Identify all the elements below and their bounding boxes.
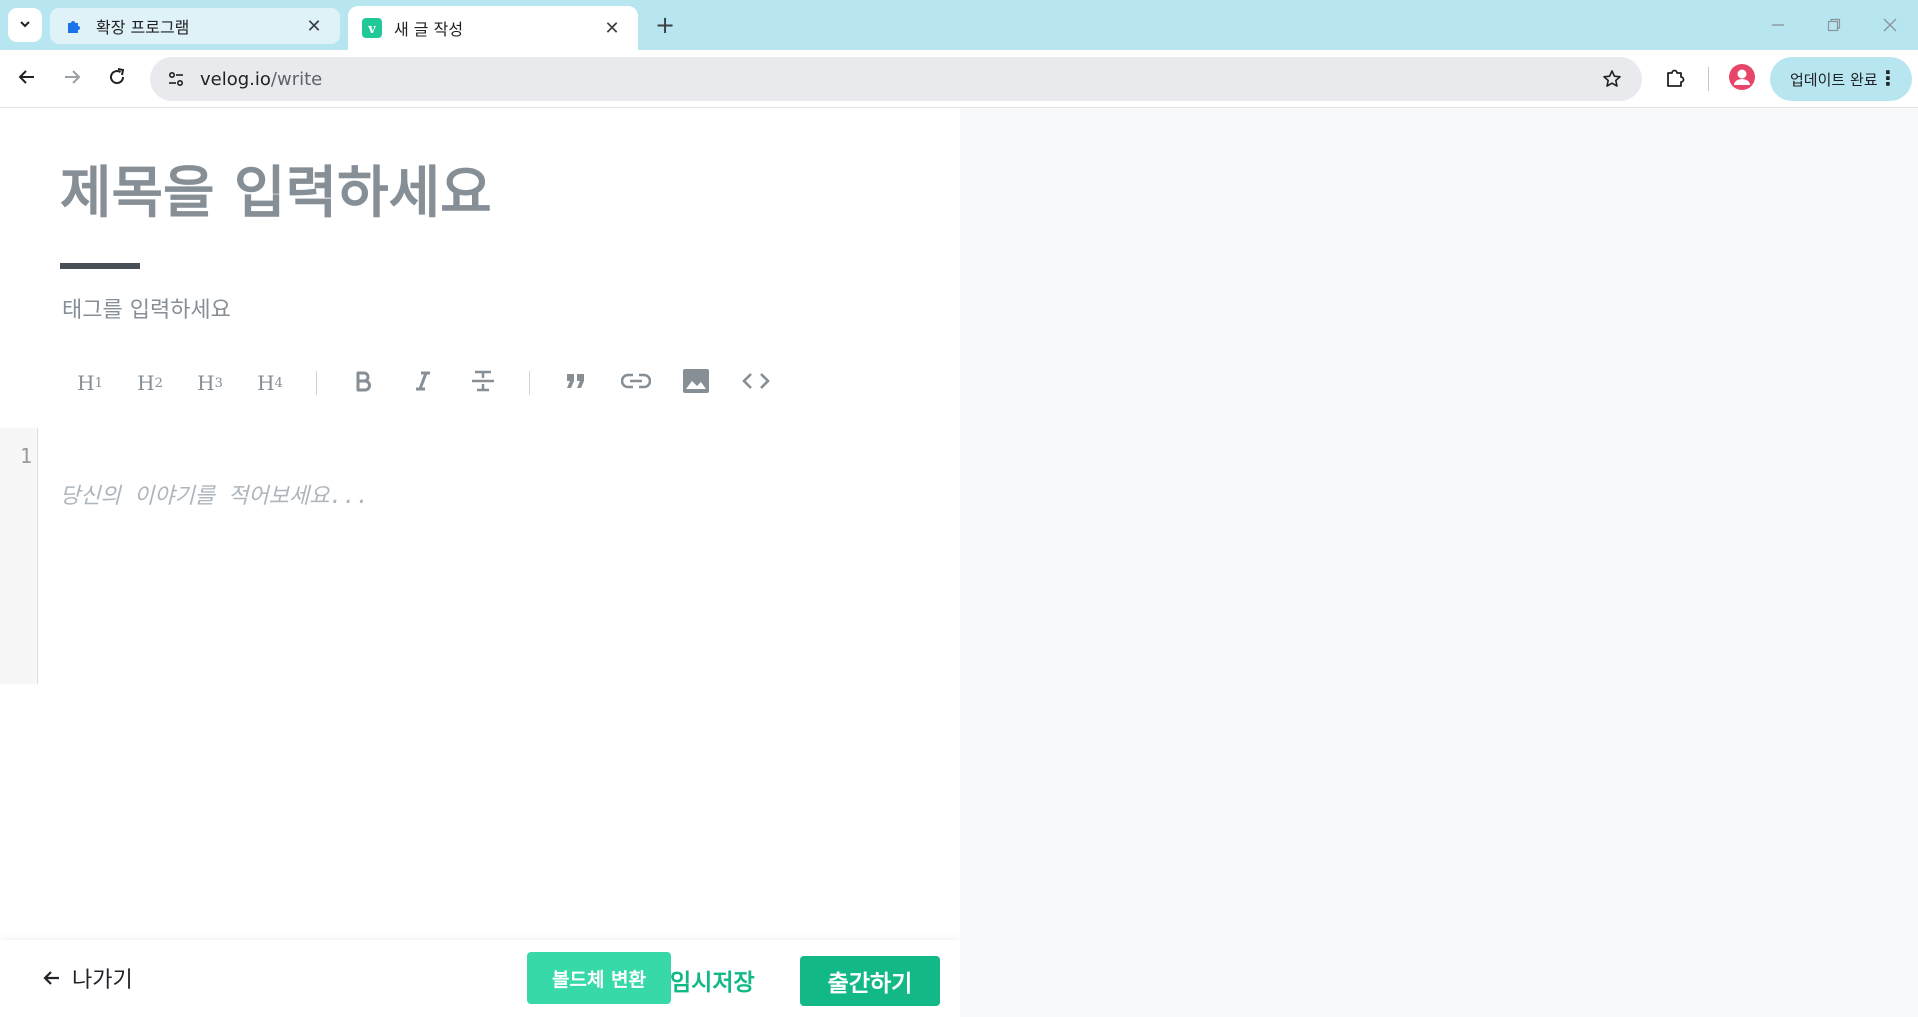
back-button[interactable] (8, 60, 46, 98)
svg-text:v: v (367, 22, 376, 37)
arrow-left-icon (17, 67, 37, 91)
profile-avatar[interactable] (1725, 62, 1759, 96)
line-number-gutter: 1 (0, 428, 38, 684)
heading1-button[interactable]: H1 (60, 353, 120, 413)
code-button[interactable] (726, 353, 786, 413)
strikethrough-button[interactable] (453, 353, 513, 413)
toolbar-separator (316, 371, 317, 395)
code-icon (741, 371, 771, 396)
quote-icon (565, 371, 587, 396)
site-settings-icon[interactable] (154, 57, 198, 101)
tab-extensions[interactable]: 확장 프로그램 ✕ (50, 8, 340, 44)
preview-pane (960, 108, 1918, 1017)
title-underline (60, 263, 140, 269)
bold-button[interactable] (333, 353, 393, 413)
markdown-toolbar: H1 H2 H3 H4 (60, 353, 786, 413)
quote-button[interactable] (546, 353, 606, 413)
temp-save-button[interactable]: 임시저장 (670, 958, 755, 1002)
avatar-icon (1728, 63, 1756, 95)
exit-button[interactable]: 나가기 (32, 958, 143, 998)
more-vert-icon: ⋮ (1878, 66, 1898, 90)
heading4-button[interactable]: H4 (240, 353, 300, 413)
close-icon[interactable]: ✕ (600, 16, 624, 40)
update-label: 업데이트 완료 (1790, 70, 1878, 89)
exit-label: 나가기 (72, 968, 133, 993)
arrow-left-icon (42, 968, 62, 988)
tab-search-button[interactable] (8, 8, 42, 42)
chevron-down-icon (18, 16, 32, 35)
extensions-button[interactable] (1656, 60, 1694, 98)
h2-sub: 2 (154, 375, 163, 391)
puzzle-icon (64, 16, 84, 36)
editor-footer: 나가기 볼드체 변환 임시저장 출간하기 (0, 940, 960, 1017)
toolbar-divider (1708, 67, 1709, 91)
tab-title: 새 글 작성 (394, 20, 464, 39)
forward-button[interactable] (53, 60, 91, 98)
velog-logo-icon: v (362, 18, 382, 38)
bookmark-star-icon[interactable] (1590, 57, 1634, 101)
restore-icon[interactable] (1806, 0, 1862, 50)
tab-new-post[interactable]: v 새 글 작성 ✕ (348, 6, 638, 50)
h1-sub: 1 (94, 375, 103, 391)
h3-sub: 3 (214, 375, 223, 391)
h2-label: H (137, 371, 155, 395)
body-placeholder: 당신의 이야기를 적어보세요... (60, 484, 370, 509)
window-close-icon[interactable] (1862, 0, 1918, 50)
arrow-right-icon (62, 67, 82, 91)
update-button[interactable]: 업데이트 완료 ⋮ (1770, 57, 1912, 101)
heading2-button[interactable]: H2 (120, 353, 180, 413)
line-number: 1 (19, 444, 32, 468)
address-bar[interactable]: velog.io/write (150, 57, 1642, 101)
browser-toolbar: velog.io/write 업데이트 완료 ⋮ (0, 50, 1918, 108)
bold-icon (352, 370, 374, 397)
reload-button[interactable] (98, 60, 136, 98)
title-input[interactable] (60, 153, 920, 233)
image-button[interactable] (666, 353, 726, 413)
h4-sub: 4 (274, 375, 283, 391)
bold-convert-button[interactable]: 볼드체 변환 (527, 952, 671, 1004)
url-host: velog.io (200, 68, 271, 90)
link-icon (620, 371, 652, 395)
strikethrough-icon (470, 369, 496, 398)
minimize-icon[interactable] (1750, 0, 1806, 50)
new-tab-button[interactable]: + (650, 10, 680, 40)
tag-input[interactable] (62, 290, 462, 330)
url-path: /write (270, 68, 323, 90)
close-icon[interactable]: ✕ (302, 14, 326, 38)
reload-icon (107, 67, 127, 91)
tab-title: 확장 프로그램 (96, 18, 190, 37)
editor-pane: H1 H2 H3 H4 (0, 108, 960, 1017)
h4-label: H (257, 371, 275, 395)
italic-icon (412, 370, 434, 397)
heading3-button[interactable]: H3 (180, 353, 240, 413)
browser-tab-strip: 확장 프로그램 ✕ v 새 글 작성 ✕ + (0, 0, 1918, 50)
toolbar-separator (529, 371, 530, 395)
publish-button[interactable]: 출간하기 (800, 956, 940, 1006)
h1-label: H (77, 371, 95, 395)
italic-button[interactable] (393, 353, 453, 413)
image-icon (682, 368, 710, 399)
link-button[interactable] (606, 353, 666, 413)
h3-label: H (197, 371, 215, 395)
puzzle-icon (1664, 66, 1686, 92)
url-text: velog.io/write (200, 69, 1590, 90)
velog-write-page: H1 H2 H3 H4 (0, 108, 1918, 1017)
